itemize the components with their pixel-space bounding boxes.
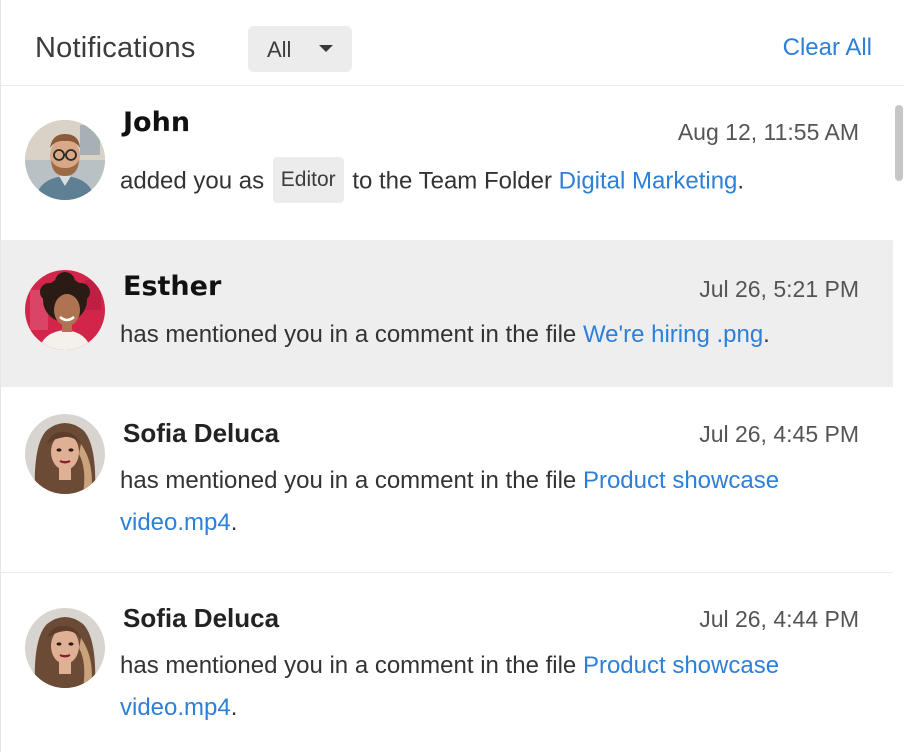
clear-all-button[interactable]: Clear All xyxy=(783,34,872,62)
notification-sender: John xyxy=(123,107,191,138)
woman-long-hair-avatar-icon xyxy=(25,608,105,688)
page-title: Notifications xyxy=(35,32,196,64)
message-text: . xyxy=(737,167,745,195)
notification-sender: Esther xyxy=(123,271,222,302)
vertical-scrollbar[interactable] xyxy=(893,87,904,752)
notification-item[interactable]: John Aug 12, 11:55 AM added you as Edito… xyxy=(1,87,893,241)
caret-down-icon xyxy=(319,45,333,52)
message-text: . xyxy=(230,509,238,536)
notifications-header: Notifications All Clear All xyxy=(1,0,904,86)
message-text: added you as xyxy=(120,167,271,195)
notification-sender: Sofia Deluca xyxy=(123,418,280,448)
notification-time: Aug 12, 11:55 AM xyxy=(677,119,859,145)
scrollbar-thumb[interactable] xyxy=(895,105,903,181)
notifications-panel: Notifications All Clear All John Aug 12,… xyxy=(0,0,904,752)
role-badge: Editor xyxy=(272,157,344,203)
notification-item[interactable]: Sofia Deluca Jul 26, 4:44 PM has mention… xyxy=(1,573,893,752)
notification-time: Jul 26, 4:45 PM xyxy=(699,421,859,447)
man-glasses-beard-avatar-icon xyxy=(25,120,105,200)
folder-link[interactable]: Digital Marketing xyxy=(559,167,738,194)
notification-time: Jul 26, 4:44 PM xyxy=(699,606,859,632)
woman-curly-hair-avatar-icon xyxy=(25,270,105,350)
notification-message: has mentioned you in a comment in the fi… xyxy=(120,314,870,356)
notification-message: has mentioned you in a comment in the fi… xyxy=(120,460,870,544)
avatar[interactable] xyxy=(25,608,105,688)
message-text: has mentioned you in a comment in the fi… xyxy=(120,467,583,494)
message-text: . xyxy=(230,694,238,721)
file-link[interactable]: We're hiring .png xyxy=(583,321,763,348)
message-text: has mentioned you in a comment in the fi… xyxy=(120,321,583,348)
message-text: has mentioned you in a comment in the fi… xyxy=(120,652,583,679)
woman-long-hair-avatar-icon xyxy=(25,414,105,494)
notification-message: has mentioned you in a comment in the fi… xyxy=(120,645,870,729)
notification-item[interactable]: Esther Jul 26, 5:21 PM has mentioned you… xyxy=(1,241,893,387)
avatar[interactable] xyxy=(25,120,105,200)
avatar[interactable] xyxy=(25,270,105,350)
avatar[interactable] xyxy=(25,414,105,494)
notification-item[interactable]: Sofia Deluca Jul 26, 4:45 PM has mention… xyxy=(1,387,893,573)
notification-message: added you as Editor to the Team Folder D… xyxy=(120,157,870,205)
filter-selected-value: All xyxy=(267,37,292,62)
notification-list[interactable]: John Aug 12, 11:55 AM added you as Edito… xyxy=(1,87,893,752)
notification-time: Jul 26, 5:21 PM xyxy=(699,276,859,302)
message-text: to the Team Folder xyxy=(345,167,559,195)
message-text: . xyxy=(763,321,770,348)
filter-dropdown[interactable]: All xyxy=(248,26,352,72)
notification-sender: Sofia Deluca xyxy=(123,603,280,633)
